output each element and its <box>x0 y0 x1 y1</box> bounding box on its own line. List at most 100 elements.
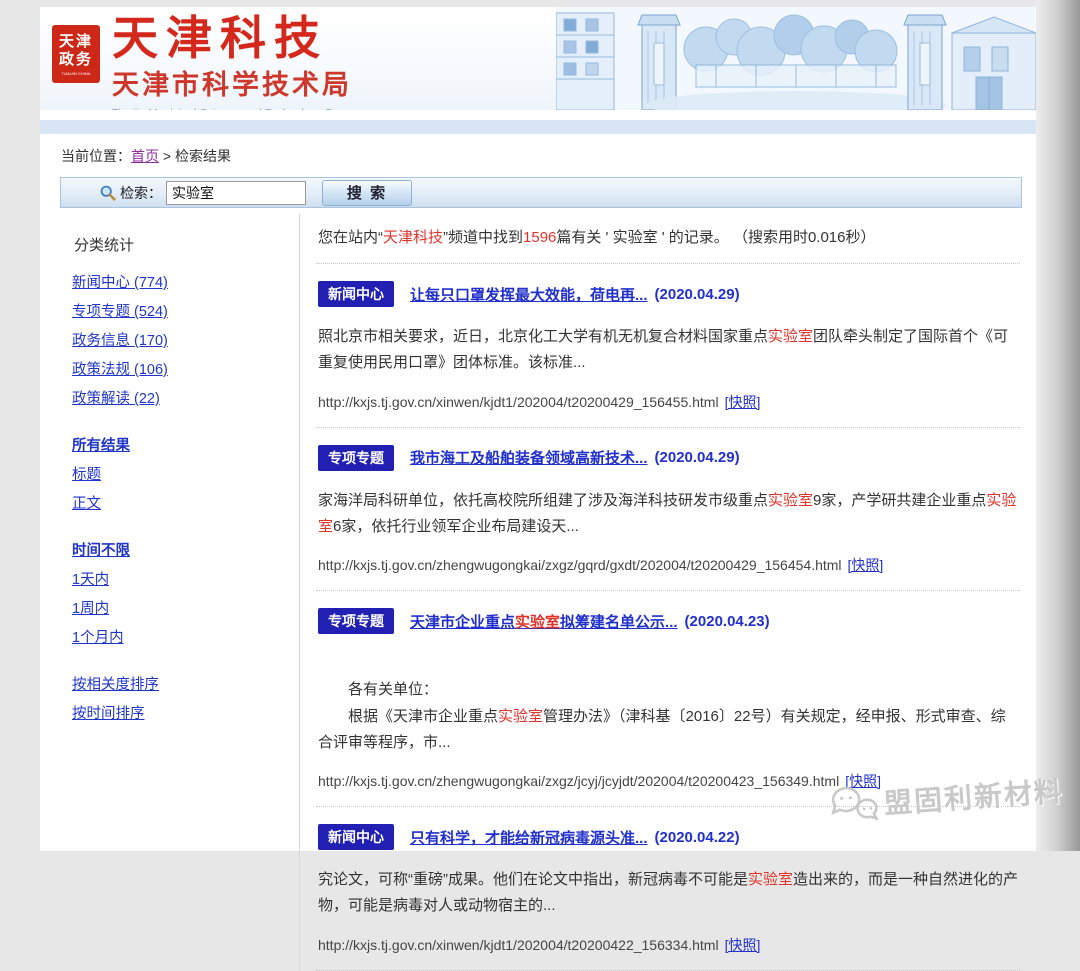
sidebar-link-categories[interactable]: 政策法规 (106) <box>72 362 168 378</box>
seal-caption: TIANJIN CHINA <box>62 71 91 76</box>
result-category-badge: 专项专题 <box>318 445 394 471</box>
text-segment: 实验室 <box>748 871 793 888</box>
scope-list: 所有结果标题正文 <box>72 434 299 513</box>
search-result-item: 新闻中心让每只口罩发挥最大效能，荷电再...(2020.04.29)照北京市相关… <box>316 264 1020 428</box>
result-url-line: http://kxjs.tj.gov.cn/xinwen/kjdt1/20200… <box>318 935 1020 955</box>
search-icon <box>99 184 116 201</box>
text-segment: 照北京市相关要求，近日，北京化工大学有机无机复合材料国家重点 <box>318 328 768 345</box>
sidebar-list-item: 1周内 <box>72 597 299 618</box>
sidebar-link-time[interactable]: 时间不限 <box>72 543 130 559</box>
result-title-link[interactable]: 让每只口罩发挥最大效能，荷电再... <box>410 284 648 305</box>
sidebar-list-item: 政策法规 (106) <box>72 358 299 379</box>
content-area: 分类统计 新闻中心 (774) 专项专题 (524) 政务信息 (170) 政策法规 … <box>40 208 1036 971</box>
result-url: http://kxjs.tj.gov.cn/xinwen/kjdt1/20200… <box>318 394 719 410</box>
text-segment: 实验室 <box>768 492 813 509</box>
snapshot-link[interactable]: [快照] <box>725 394 761 410</box>
text-segment: 拟筹建名单公示... <box>560 614 678 631</box>
site-seal-logo: 天津政务 TIANJIN CHINA <box>52 25 100 83</box>
search-result-item: 专项专题天津市企业重点实验室拟筹建名单公示...(2020.04.23) 各有关… <box>316 591 1020 807</box>
sidebar-list-item: 时间不限 <box>72 539 299 560</box>
result-url: http://kxjs.tj.gov.cn/zhengwugongkai/zxg… <box>318 773 839 789</box>
search-input[interactable] <box>166 181 306 205</box>
result-header: 专项专题天津市企业重点实验室拟筹建名单公示...(2020.04.23) <box>318 608 1020 634</box>
sidebar-link-scope[interactable]: 标题 <box>72 467 101 483</box>
sidebar-list-item: 专项专题 (524) <box>72 300 299 321</box>
result-url-line: http://kxjs.tj.gov.cn/zhengwugongkai/zxg… <box>318 555 1020 575</box>
sidebar-link-categories[interactable]: 政策解读 (22) <box>72 391 160 407</box>
site-header: 天津政务 TIANJIN CHINA 天津科技 天津市科学技术局 Tianjin… <box>40 7 1036 110</box>
sidebar-link-sort[interactable]: 按相关度排序 <box>72 677 159 693</box>
text-segment: 1596 <box>523 229 556 246</box>
result-snippet: 各有关单位： 根据《天津市企业重点实验室管理办法》（津科基〔2016〕22号）有… <box>318 651 1020 756</box>
text-segment: 您在站内“ <box>318 229 383 246</box>
sidebar-link-sort[interactable]: 按时间排序 <box>72 706 145 722</box>
breadcrumb: 当前位置：首页 > 检索结果 <box>40 134 1036 170</box>
results-summary: 您在站内“天津科技”频道中找到1596篇有关 ' 实验室 ' 的记录。 （搜索用… <box>316 214 1020 264</box>
snapshot-link[interactable]: [快照] <box>725 937 761 953</box>
sidebar-list-item: 标题 <box>72 463 299 484</box>
text-segment: 实验室 <box>768 328 813 345</box>
text-segment: 我市海工及船舶装备领域高新技术... <box>410 450 648 467</box>
sidebar-list-item: 按相关度排序 <box>72 673 299 694</box>
site-title-english: Tianjin Municipal Science and Technology… <box>112 107 362 110</box>
text-segment: 各有关单位： 根据《天津市企业重点 <box>318 681 498 724</box>
text-segment: 天津科技 <box>383 229 443 246</box>
result-title-link[interactable]: 我市海工及船舶装备领域高新技术... <box>410 447 648 468</box>
sidebar-link-time[interactable]: 1周内 <box>72 601 109 617</box>
breadcrumb-current: 检索结果 <box>175 148 231 164</box>
result-url-line: http://kxjs.tj.gov.cn/xinwen/kjdt1/20200… <box>318 392 1020 412</box>
sidebar-link-time[interactable]: 1个月内 <box>72 630 124 646</box>
result-date: (2020.04.29) <box>655 449 740 466</box>
result-title-link[interactable]: 只有科学，才能给新冠病毒源头准... <box>410 827 648 848</box>
text-segment: 家海洋局科研单位，依托高校院所组建了涉及海洋科技研发市级重点 <box>318 492 768 509</box>
text-segment: 让每只口罩发挥最大效能，荷电再... <box>410 287 648 304</box>
sidebar-link-scope[interactable]: 正文 <box>72 496 101 512</box>
search-bar: 检索： 搜 索 <box>60 177 1022 208</box>
category-list: 新闻中心 (774) 专项专题 (524) 政务信息 (170) 政策法规 (106)… <box>72 271 299 408</box>
search-button[interactable]: 搜 索 <box>322 180 412 206</box>
result-title-link[interactable]: 天津市企业重点实验室拟筹建名单公示... <box>410 611 678 632</box>
result-date: (2020.04.22) <box>655 829 740 846</box>
sidebar-link-scope[interactable]: 所有结果 <box>72 438 130 454</box>
nav-strip <box>40 120 1036 134</box>
result-url: http://kxjs.tj.gov.cn/zhengwugongkai/zxg… <box>318 557 842 573</box>
result-category-badge: 新闻中心 <box>318 281 394 307</box>
result-url-line: http://kxjs.tj.gov.cn/zhengwugongkai/zxg… <box>318 771 1020 791</box>
breadcrumb-home-link[interactable]: 首页 <box>131 148 159 164</box>
sidebar-link-categories[interactable]: 新闻中心 (774) <box>72 275 168 291</box>
result-category-badge: 专项专题 <box>318 608 394 634</box>
sidebar-link-time[interactable]: 1天内 <box>72 572 109 588</box>
sort-list: 按相关度排序按时间排序 <box>72 673 299 723</box>
sidebar-list-item: 政策解读 (22) <box>72 387 299 408</box>
category-stats-title: 分类统计 <box>74 234 299 255</box>
text-segment: 9家，产学研共建企业重点 <box>813 492 986 509</box>
sidebar-link-categories[interactable]: 政务信息 (170) <box>72 333 168 349</box>
sidebar-list-item: 1天内 <box>72 568 299 589</box>
text-segment: 实验室 <box>498 708 543 725</box>
result-url: http://kxjs.tj.gov.cn/xinwen/kjdt1/20200… <box>318 937 719 953</box>
text-segment: 究论文，可称“重磅”成果。他们在论文中指出，新冠病毒不可能是 <box>318 871 748 888</box>
search-result-item: 专项专题我市海工及船舶装备领域高新技术... (2020.04.29) 家海洋局科研… <box>316 428 1020 592</box>
result-snippet: 家海洋局科研单位，依托高校院所组建了涉及海洋科技研发市级重点实验室9家，产学研共… <box>318 488 1020 541</box>
time-filter-list: 时间不限 1天内 1周内 1个月内 <box>72 539 299 647</box>
text-segment: 只有科学，才能给新冠病毒源头准... <box>410 830 648 847</box>
sidebar-list-item: 新闻中心 (774) <box>72 271 299 292</box>
sidebar-list-item: 正文 <box>72 492 299 513</box>
result-snippet: 究论文，可称“重磅”成果。他们在论文中指出，新冠病毒不可能是实验室造出来的，而是… <box>318 867 1020 920</box>
sidebar-list-item: 1个月内 <box>72 626 299 647</box>
snapshot-link[interactable]: [快照] <box>848 557 884 573</box>
seal-characters: 天津政务 <box>52 33 100 69</box>
snapshot-link[interactable]: [快照] <box>845 773 881 789</box>
sidebar: 分类统计 新闻中心 (774) 专项专题 (524) 政务信息 (170) 政策法规 … <box>60 214 300 971</box>
page-right-shadow <box>1036 0 1080 851</box>
sidebar-list-item: 按时间排序 <box>72 702 299 723</box>
text-segment: 篇有关 ' 实验室 ' 的记录。 （搜索用时0.016秒） <box>556 229 875 246</box>
site-title-block: 天津科技 天津市科学技术局 Tianjin Municipal Science … <box>112 15 362 110</box>
text-segment: 实验室 <box>515 614 560 631</box>
sidebar-list-item: 所有结果 <box>72 434 299 455</box>
site-title: 天津科技 <box>112 15 362 63</box>
sidebar-link-categories[interactable]: 专项专题 (524) <box>72 304 168 320</box>
text-segment: ”频道中找到 <box>443 229 523 246</box>
result-snippet: 照北京市相关要求，近日，北京化工大学有机无机复合材料国家重点实验室团队牵头制定了… <box>318 324 1020 377</box>
result-header: 专项专题我市海工及船舶装备领域高新技术... (2020.04.29) <box>318 445 1020 471</box>
